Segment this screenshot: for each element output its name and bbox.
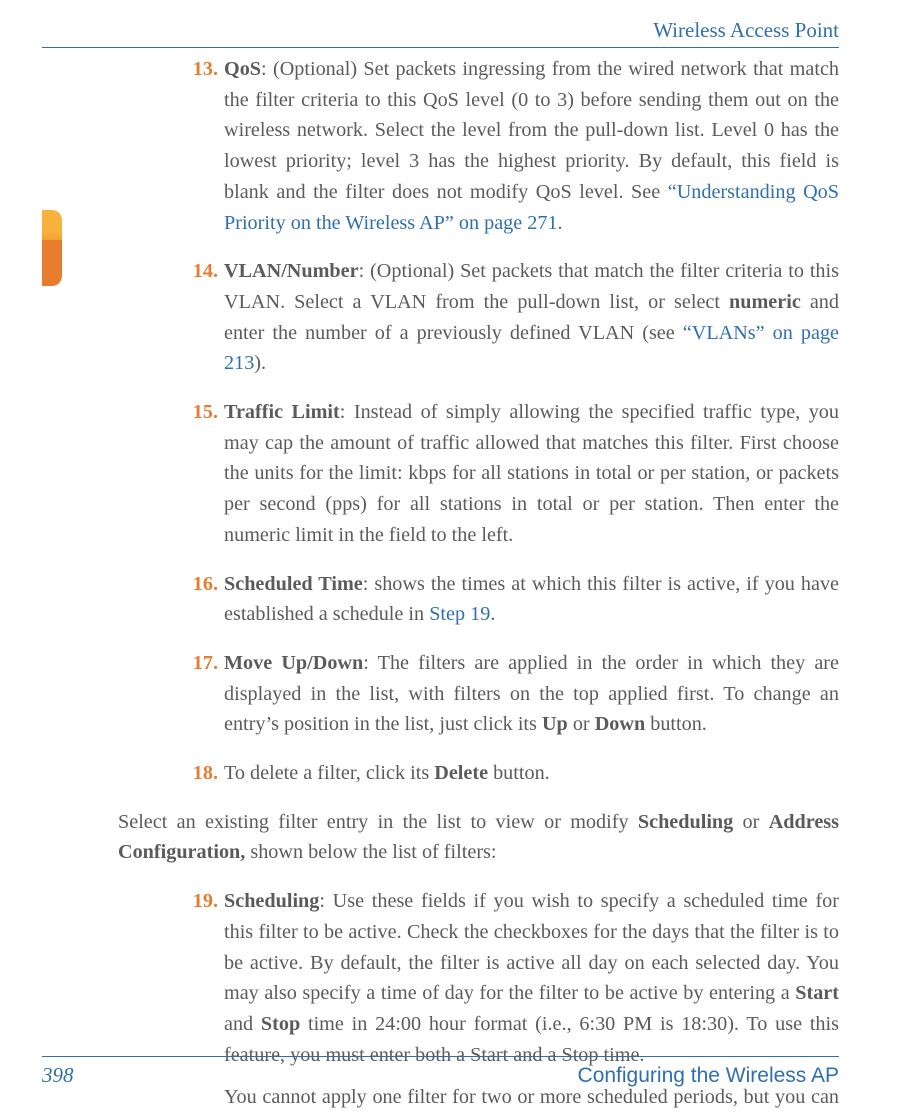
step-18: 18. To delete a filter, click its Delete… <box>118 758 839 789</box>
step-number: 17. <box>180 648 218 679</box>
step-number: 14. <box>180 256 218 287</box>
inline-bold-stop: Stop <box>261 1013 300 1035</box>
page-content: 13. QoS: (Optional) Set packets ingressi… <box>118 54 839 1044</box>
step-term: Traffic Limit <box>224 401 340 423</box>
page-tab-accent <box>42 210 62 286</box>
inline-bold-up: Up <box>542 713 568 735</box>
step-term: Scheduling <box>224 890 319 912</box>
step-text-mid: and <box>224 1013 261 1035</box>
running-header: Wireless Access Point <box>42 18 839 48</box>
step-15: 15. Traffic Limit: Instead of simply all… <box>118 397 839 551</box>
step-number: 18. <box>180 758 218 789</box>
step-14: 14. VLAN/Number: (Optional) Set packets … <box>118 256 839 379</box>
step-text: To delete a filter, click its <box>224 762 434 784</box>
bridge-paragraph: Select an existing filter entry in the l… <box>118 807 839 868</box>
step-text-tail: . <box>490 603 495 625</box>
step-text-tail: button. <box>645 713 707 735</box>
step-number: 13. <box>180 54 218 85</box>
page-number: 398 <box>42 1063 74 1088</box>
page-footer: 398 Configuring the Wireless AP <box>42 1056 839 1088</box>
step-term: VLAN/Number <box>224 260 359 282</box>
bridge-text-mid: or <box>733 811 768 833</box>
step-list-a: 13. QoS: (Optional) Set packets ingressi… <box>118 54 839 789</box>
bridge-text-tail: shown below the list of filters: <box>245 841 496 863</box>
step-text-tail: . <box>558 212 563 234</box>
step-number: 19. <box>180 886 218 917</box>
inline-bold-start: Start <box>795 982 839 1004</box>
step-term: QoS <box>224 58 261 80</box>
step-text-tail: ). <box>254 352 266 374</box>
step-16: 16. Scheduled Time: shows the times at w… <box>118 569 839 630</box>
step-text-tail: button. <box>488 762 550 784</box>
step-text-mid: or <box>568 713 595 735</box>
step-13: 13. QoS: (Optional) Set packets ingressi… <box>118 54 839 238</box>
step-term: Move Up/Down <box>224 652 363 674</box>
bridge-text: Select an existing filter entry in the l… <box>118 811 638 833</box>
inline-bold-down: Down <box>595 713 645 735</box>
footer-section-title: Configuring the Wireless AP <box>578 1064 839 1088</box>
step-number: 15. <box>180 397 218 428</box>
step-17: 17. Move Up/Down: The filters are applie… <box>118 648 839 740</box>
accent-bottom <box>42 240 62 286</box>
step-term: Scheduled Time <box>224 573 363 595</box>
step-number: 16. <box>180 569 218 600</box>
inline-bold-delete: Delete <box>434 762 488 784</box>
inline-bold-scheduling: Scheduling <box>638 811 733 833</box>
inline-bold-numeric: numeric <box>729 291 801 313</box>
xref-step-19[interactable]: Step 19 <box>429 603 490 625</box>
